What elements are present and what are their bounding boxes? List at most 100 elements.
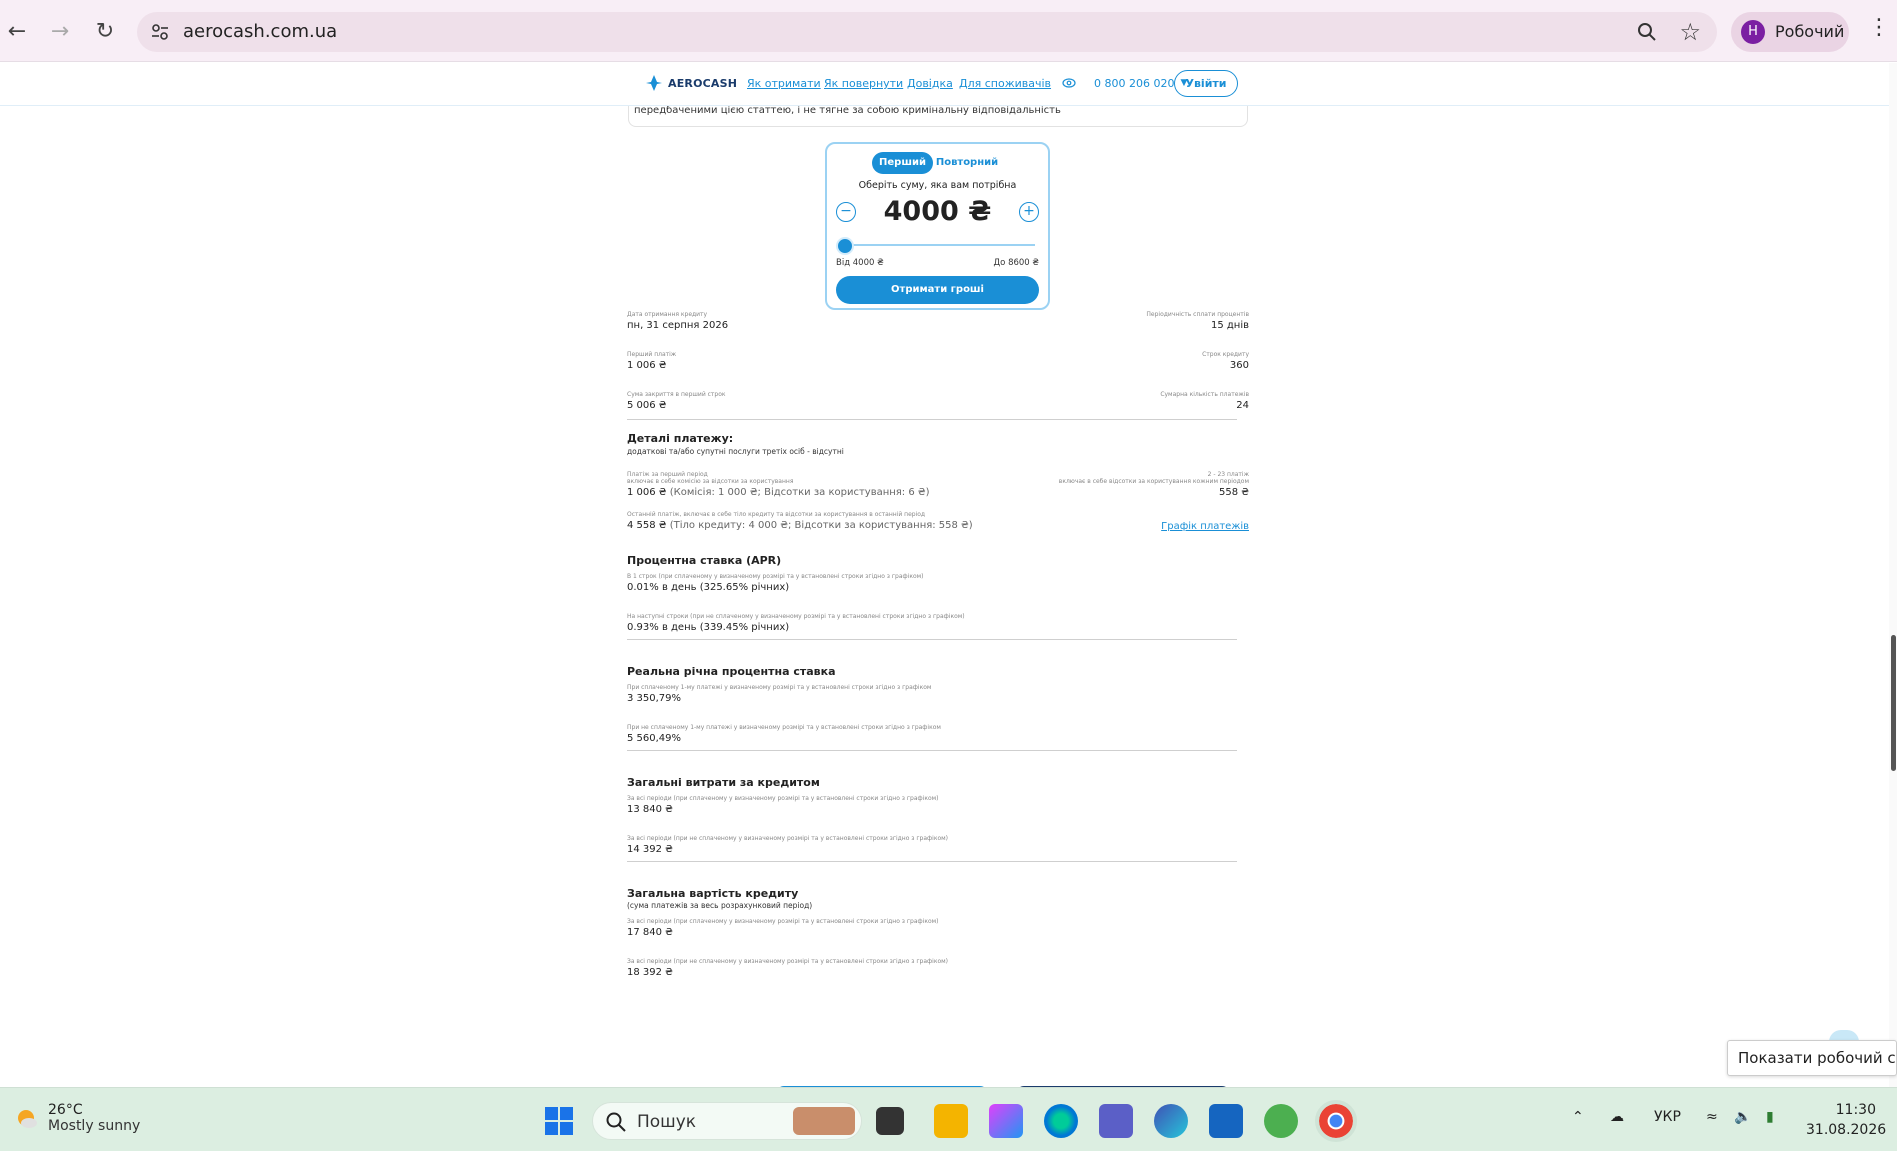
- total-costs-label-2: За всі періоди (при не сплаченому у визн…: [627, 835, 949, 842]
- app-icon[interactable]: [1154, 1104, 1188, 1138]
- total-cost-value-2: 18 392 ₴: [627, 967, 673, 978]
- reload-icon[interactable]: ↻: [90, 16, 120, 46]
- tray-overflow-icon[interactable]: ⌃: [1572, 1109, 1584, 1125]
- first-payment-value: 1 006 ₴: [627, 360, 667, 371]
- copilot-icon[interactable]: [989, 1104, 1023, 1138]
- forward-icon[interactable]: →: [45, 16, 75, 46]
- divider: [627, 861, 1237, 862]
- last-payment-label: Останній платіж, включає в себе тіло кре…: [627, 511, 926, 518]
- nav-link-help[interactable]: Довідка: [907, 77, 953, 90]
- browser-toolbar: ← → ↻ aerocash.com.ua ☆ H Робочий ⋮: [0, 0, 1897, 62]
- taskbar-search[interactable]: Пошук: [592, 1102, 862, 1140]
- onedrive-icon[interactable]: ☁: [1610, 1109, 1624, 1125]
- apr-value-2: 0.93% в день (339.45% річних): [627, 622, 790, 633]
- real-rate-value-2: 5 560,49%: [627, 733, 682, 744]
- back-icon[interactable]: ←: [2, 16, 32, 46]
- nav-link-how-to-return[interactable]: Як повернути: [824, 77, 903, 90]
- total-costs-value-1: 13 840 ₴: [627, 804, 673, 815]
- search-highlight-image: [793, 1107, 855, 1135]
- search-placeholder: Пошук: [637, 1112, 697, 1132]
- total-costs-value-2: 14 392 ₴: [627, 844, 673, 855]
- total-cost-subtitle: (сума платежів за весь розрахунковий пер…: [627, 901, 813, 910]
- phone-dropdown[interactable]: 0 800 206 020 ▼: [1062, 76, 1187, 90]
- summary-row: Дата отримання кредиту пн, 31 серпня 2026…: [627, 311, 1249, 335]
- first-period-value: 1 006 ₴: [627, 487, 667, 498]
- store-icon[interactable]: [1209, 1104, 1243, 1138]
- logo[interactable]: AEROCASH: [645, 73, 737, 93]
- page-viewport: передбаченими цією статтею, і не тягне з…: [0, 63, 1897, 1087]
- avatar: H: [1741, 20, 1765, 44]
- real-rate-label-2: При не сплаченому 1-му платежі у визначе…: [627, 724, 941, 731]
- profile-button[interactable]: H Робочий: [1731, 12, 1849, 52]
- date: 31.08.2026: [1806, 1122, 1887, 1138]
- apr-label-1: В 1 строк (при сплаченому у визначеному …: [627, 573, 924, 580]
- zoom-icon[interactable]: [1635, 20, 1659, 44]
- notice-text: передбаченими цією статтею, і не тягне з…: [634, 105, 1061, 116]
- battery-icon[interactable]: ▮: [1766, 1109, 1774, 1125]
- taskbar: 26°C Mostly sunny Пошук ⌃ ☁ УКР ≈ 🔈 ▮ 11…: [0, 1087, 1897, 1151]
- address-bar[interactable]: aerocash.com.ua ☆: [137, 12, 1717, 52]
- first-payment-label: Перший платіж: [627, 351, 677, 358]
- scrollbar-thumb[interactable]: [1891, 635, 1896, 771]
- time: 11:30: [1835, 1102, 1876, 1118]
- file-explorer-icon[interactable]: [934, 1104, 968, 1138]
- loan-term-label: Строк кредиту: [1202, 351, 1249, 358]
- summary-row: Перший платіж 1 006 ₴ Строк кредиту 360: [627, 351, 1249, 375]
- closing-sum-value: 5 006 ₴: [627, 400, 667, 411]
- chrome-icon[interactable]: [1315, 1100, 1357, 1142]
- client-type-tabs: Перший Повторний: [872, 152, 1002, 174]
- last-payment-value: 4 558 ₴: [627, 520, 667, 531]
- total-cost-label-2: За всі періоди (при не сплаченому у визн…: [627, 958, 949, 965]
- scrollbar[interactable]: [1889, 63, 1897, 1087]
- payment-details-subtitle: додаткові та/або супутні послуги третіх …: [627, 447, 844, 456]
- apr-label-2: На наступні строки (при не сплаченому у …: [627, 613, 965, 620]
- payments-count-label: Сумарна кількість платежів: [1160, 391, 1249, 398]
- apr-value-1: 0.01% в день (325.65% річних): [627, 582, 790, 593]
- total-cost-label-1: За всі періоди (при сплаченому у визначе…: [627, 918, 939, 925]
- tab-repeat[interactable]: Повторний: [932, 152, 1002, 174]
- middle-payments-value: 558 ₴: [1218, 487, 1249, 498]
- receive-date-value: пн, 31 серпня 2026: [627, 320, 729, 331]
- language-indicator[interactable]: УКР: [1654, 1109, 1681, 1125]
- login-button[interactable]: Увійти: [1174, 70, 1238, 97]
- nav-link-how-to-get[interactable]: Як отримати: [747, 77, 821, 90]
- teams-icon[interactable]: [1099, 1104, 1133, 1138]
- loan-term-value: 360: [1229, 360, 1249, 371]
- apr-item: В 1 строк (при сплаченому у визначеному …: [627, 573, 923, 593]
- nav-link-consumers[interactable]: Для споживачів: [959, 77, 1051, 90]
- show-desktop-tooltip: Показати робочий стіл: [1727, 1040, 1897, 1076]
- payment-details-title: Деталі платежу:: [627, 432, 734, 445]
- amount-slider-thumb[interactable]: [836, 237, 854, 255]
- first-period-payment: Платіж за перший період включає в себе к…: [627, 471, 1249, 498]
- search-icon: [606, 1112, 626, 1132]
- loan-calculator: Перший Повторний Оберіть суму, яка вам п…: [825, 142, 1050, 310]
- total-costs-item: За всі періоди (при сплаченому у визначе…: [627, 795, 938, 815]
- volume-icon[interactable]: 🔈: [1734, 1109, 1751, 1125]
- weather-text: Mostly sunny: [48, 1118, 141, 1134]
- edge-icon[interactable]: [1044, 1104, 1078, 1138]
- total-cost-item: За всі періоди (при сплаченому у визначе…: [627, 918, 938, 938]
- increase-amount-button[interactable]: +: [1019, 202, 1039, 222]
- real-rate-value-1: 3 350,79%: [627, 693, 682, 704]
- summary-row: Сума закриття в перший строк 5 006 ₴ Сума…: [627, 391, 1249, 415]
- site-info-icon[interactable]: [149, 21, 171, 43]
- temperature: 26°C: [48, 1102, 83, 1118]
- browser-menu-icon[interactable]: ⋮: [1868, 17, 1890, 39]
- get-money-button[interactable]: Отримати гроші: [836, 276, 1039, 304]
- phone-number[interactable]: 0 800 206 020: [1094, 77, 1174, 90]
- loan-amount: 4000 ₴: [883, 196, 992, 227]
- utorrent-icon[interactable]: [1264, 1104, 1298, 1138]
- wifi-icon[interactable]: ≈: [1706, 1109, 1718, 1125]
- tab-first[interactable]: Перший: [872, 152, 933, 174]
- middle-payments-label: 2 - 23 платіж: [1207, 471, 1249, 478]
- payment-schedule-link[interactable]: Графік платежів: [1161, 521, 1249, 532]
- windows-start-icon[interactable]: [542, 1104, 576, 1138]
- bookmark-star-icon[interactable]: ☆: [1679, 18, 1701, 46]
- url-text[interactable]: aerocash.com.ua: [183, 21, 337, 42]
- clock[interactable]: 11:30 31.08.2026: [1806, 1100, 1887, 1140]
- amount-slider-track[interactable]: [840, 244, 1035, 246]
- task-view-icon[interactable]: [876, 1107, 904, 1135]
- weather-widget[interactable]: 26°C Mostly sunny: [12, 1102, 140, 1134]
- total-costs-title: Загальні витрати за кредитом: [627, 776, 820, 789]
- total-cost-item: За всі періоди (при не сплаченому у визн…: [627, 958, 948, 978]
